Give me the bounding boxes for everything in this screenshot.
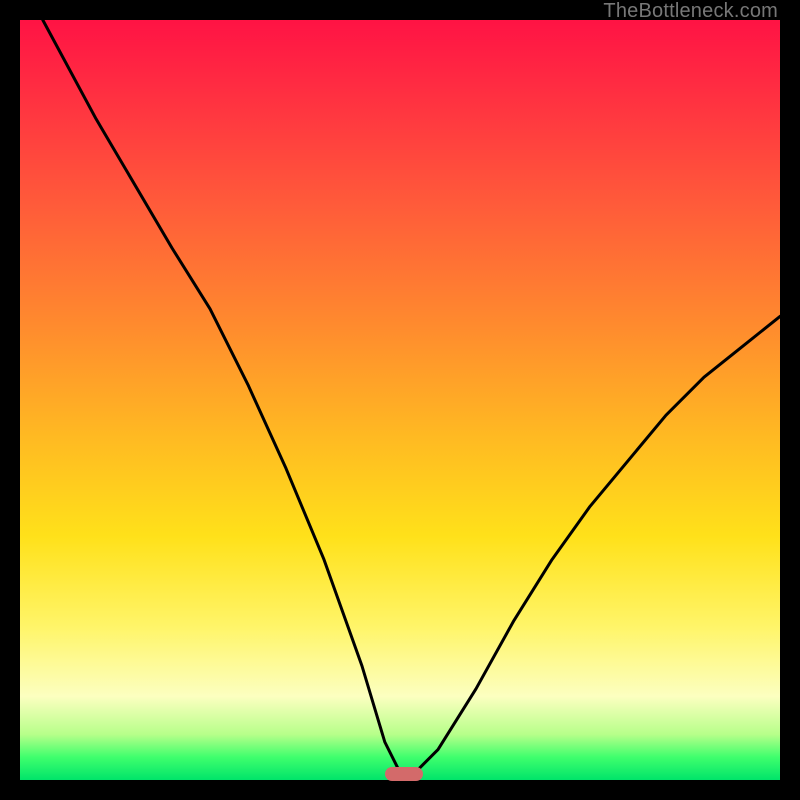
- chart-frame: TheBottleneck.com: [0, 0, 800, 800]
- bottleneck-curve: [20, 20, 780, 780]
- curve-path: [43, 20, 780, 772]
- plot-area: [20, 20, 780, 780]
- optimal-point-marker: [385, 767, 423, 781]
